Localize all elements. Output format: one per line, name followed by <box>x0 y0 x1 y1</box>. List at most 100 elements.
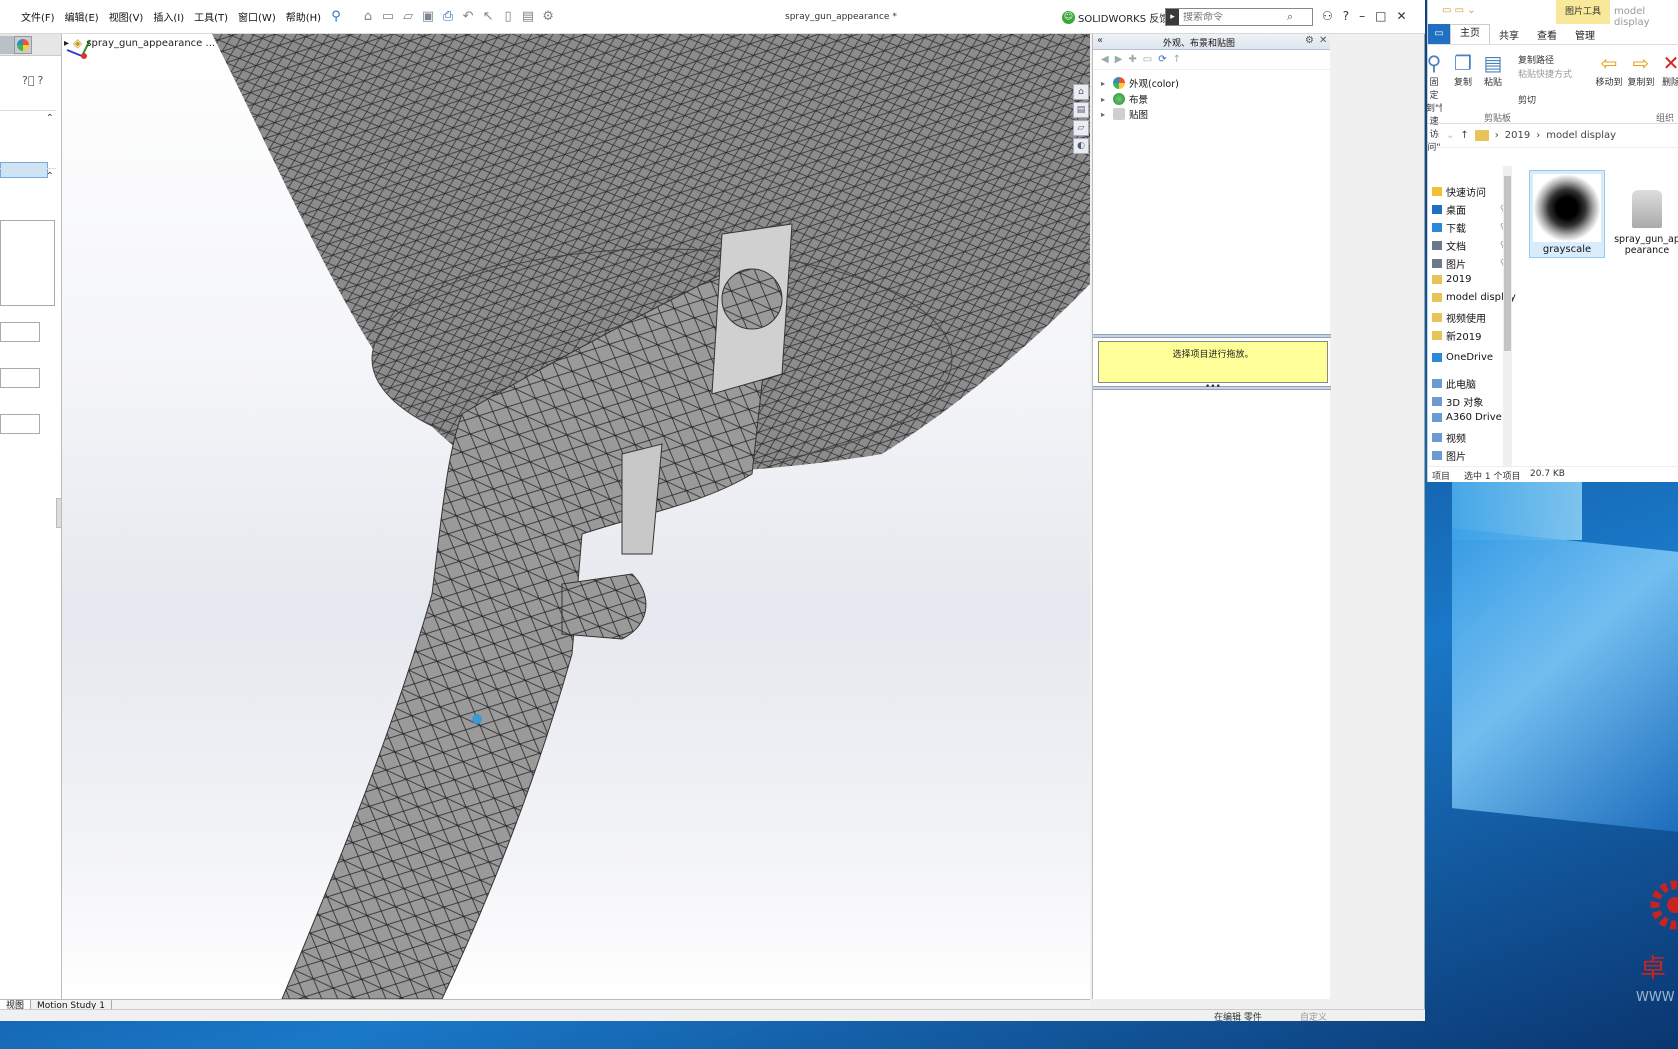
menu-window[interactable]: 窗口(W) <box>233 9 281 24</box>
search-icon[interactable]: ⌕ <box>1287 10 1293 24</box>
recent-dropdown-icon[interactable]: ⌄ <box>1446 130 1454 141</box>
back-icon[interactable]: ◀ <box>1101 54 1109 65</box>
nav-item[interactable]: 2019 <box>1432 274 1471 285</box>
appearance-tab[interactable] <box>14 36 32 54</box>
tab-view[interactable]: 查看 <box>1528 27 1566 42</box>
status-units[interactable]: 自定义 <box>1300 1010 1327 1023</box>
grip-icon[interactable]: ••• <box>1205 382 1221 392</box>
nav-item[interactable]: 下载 <box>1432 220 1466 235</box>
selection-list[interactable] <box>0 220 55 306</box>
collapse-icon[interactable]: ⌃ <box>46 113 54 124</box>
manager-tab[interactable] <box>0 36 14 54</box>
pin-quick-access-button[interactable]: ⚲ 固定到"快速访问" <box>1426 51 1442 153</box>
nav-item[interactable]: OneDrive <box>1432 352 1493 363</box>
print-icon[interactable]: ⎙ <box>440 9 456 25</box>
new-document-icon[interactable]: ▭ <box>380 9 396 25</box>
tab-home[interactable]: 主页 <box>1450 24 1490 44</box>
nav-item[interactable]: 3D 对象 <box>1432 394 1483 409</box>
resources-tab-icon[interactable]: ⌂ <box>1073 84 1089 100</box>
copy-to-button[interactable]: ⇨ 复制到 <box>1626 51 1656 88</box>
forward-icon[interactable]: ▶ <box>1115 54 1123 65</box>
nav-item[interactable]: 视频 <box>1432 430 1466 445</box>
expand-arrow-icon[interactable]: ▸ <box>1101 79 1109 88</box>
input-field[interactable] <box>0 368 40 388</box>
nav-item[interactable]: 图片 <box>1432 448 1466 463</box>
collapse-icon[interactable]: ⌃ <box>46 171 54 182</box>
section-header[interactable]: ⌃ <box>0 168 56 186</box>
input-field[interactable] <box>0 414 40 434</box>
nav-item[interactable]: A360 Drive <box>1432 412 1502 423</box>
search-input[interactable] <box>1179 11 1287 23</box>
scrollbar-thumb[interactable] <box>1504 176 1511 351</box>
menu-edit[interactable]: 编辑(E) <box>60 9 104 24</box>
undo-icon[interactable]: ↶ <box>460 9 476 25</box>
help-icons[interactable]: ?⃝? <box>22 74 46 87</box>
appearances-tab-icon[interactable]: ◐ <box>1073 138 1089 154</box>
user-icon[interactable]: ⚇ <box>1322 9 1333 23</box>
breadcrumb-model-display[interactable]: model display <box>1546 130 1616 141</box>
file-explorer-tab-icon[interactable]: ▱ <box>1073 120 1089 136</box>
address-bar[interactable]: ‹ ⌄ ↑ › 2019 › model display <box>1428 124 1678 148</box>
pin-icon[interactable]: ✕ <box>1319 35 1327 46</box>
tree-item-appearance[interactable]: ▸ 外观(color) <box>1101 76 1179 90</box>
pane-splitter[interactable]: ••• <box>1093 382 1331 392</box>
folder-icon[interactable]: ▭ <box>1143 54 1152 65</box>
rebuild-icon[interactable]: ▯ <box>500 9 516 25</box>
paste-button[interactable]: ▤ 粘贴 <box>1480 51 1506 88</box>
paste-shortcut-button[interactable]: 粘贴快捷方式 <box>1518 67 1572 80</box>
expand-arrow-icon[interactable]: ▸ <box>1101 95 1109 104</box>
command-search[interactable]: ▸ ⌕ <box>1165 8 1313 26</box>
copy-path-button[interactable]: 复制路径 <box>1518 53 1554 66</box>
add-icon[interactable]: ✚ <box>1128 54 1136 65</box>
refresh-icon[interactable]: ⟳ <box>1158 54 1166 65</box>
nav-item[interactable]: 视频使用 <box>1432 310 1486 325</box>
nav-item[interactable]: 图片 <box>1432 256 1466 271</box>
close-icon[interactable]: ✕ <box>1396 9 1406 23</box>
open-folder-icon[interactable]: ▱ <box>400 9 416 25</box>
move-to-button[interactable]: ⇦ 移动到 <box>1594 51 1624 88</box>
graphics-viewport[interactable] <box>62 34 1090 999</box>
copy-button[interactable]: ❐ 复制 <box>1450 51 1476 88</box>
delete-button[interactable]: ✕ 删除 <box>1660 51 1678 88</box>
settings-gear-icon[interactable]: ⚙ <box>1305 35 1314 46</box>
menu-file[interactable]: 文件(F) <box>16 9 60 24</box>
collapse-pane-icon[interactable]: « <box>1097 35 1103 46</box>
options-gear-icon[interactable]: ⚙ <box>540 9 556 25</box>
nav-item[interactable]: 新2019 <box>1432 328 1481 343</box>
nav-item[interactable]: 此电脑 <box>1432 376 1476 391</box>
expand-arrow-icon[interactable]: ▸ <box>1101 110 1109 119</box>
tab-manage[interactable]: 管理 <box>1566 27 1604 42</box>
tree-item-decal[interactable]: ▸ 贴图 <box>1101 107 1148 121</box>
file-properties-icon[interactable]: ▤ <box>520 9 536 25</box>
tab-share[interactable]: 共享 <box>1490 27 1528 42</box>
selection-point[interactable] <box>472 714 482 724</box>
tree-item-scene[interactable]: ▸ 布景 <box>1101 92 1148 106</box>
search-scope-icon[interactable]: ▸ <box>1166 9 1179 25</box>
help-icon[interactable]: ? <box>1343 9 1349 23</box>
input-field[interactable] <box>0 322 40 342</box>
menu-insert[interactable]: 插入(I) <box>148 9 189 24</box>
menu-help[interactable]: 帮助(H) <box>281 9 326 24</box>
feedback-button[interactable]: ☺ SOLIDWORKS 反馈 <box>1062 10 1169 25</box>
nav-item[interactable]: 快速访问 <box>1432 184 1486 199</box>
design-library-tab-icon[interactable]: ▤ <box>1073 102 1089 118</box>
file-tile-grayscale[interactable]: grayscale <box>1529 170 1605 258</box>
feature-tree-root[interactable]: ▸ ◈ spray_gun_appearance ... <box>64 34 215 52</box>
quick-access-folder-icon[interactable]: ▭ ▭ ⌄ <box>1442 5 1476 16</box>
cut-button[interactable]: 剪切 <box>1518 93 1536 106</box>
pin-icon[interactable]: ⚲ <box>328 9 344 25</box>
home-icon[interactable]: ⌂ <box>360 9 376 25</box>
pane-splitter[interactable] <box>1093 334 1331 338</box>
menu-view[interactable]: 视图(V) <box>104 9 149 24</box>
nav-item[interactable]: 文档 <box>1432 238 1466 253</box>
up-icon[interactable]: ↑ <box>1173 54 1181 65</box>
minimize-icon[interactable]: – <box>1359 9 1365 23</box>
maximize-icon[interactable]: □ <box>1375 9 1386 23</box>
section-header[interactable]: ⌃ <box>0 110 56 128</box>
tab-file[interactable]: ▭ <box>1428 24 1450 44</box>
select-arrow-icon[interactable]: ↖ <box>480 9 496 25</box>
nav-item[interactable]: 桌面 <box>1432 202 1466 217</box>
menu-tools[interactable]: 工具(T) <box>189 9 233 24</box>
save-icon[interactable]: ▣ <box>420 9 436 25</box>
file-tile-spray-gun[interactable]: spray_gun_appearance <box>1612 190 1678 256</box>
